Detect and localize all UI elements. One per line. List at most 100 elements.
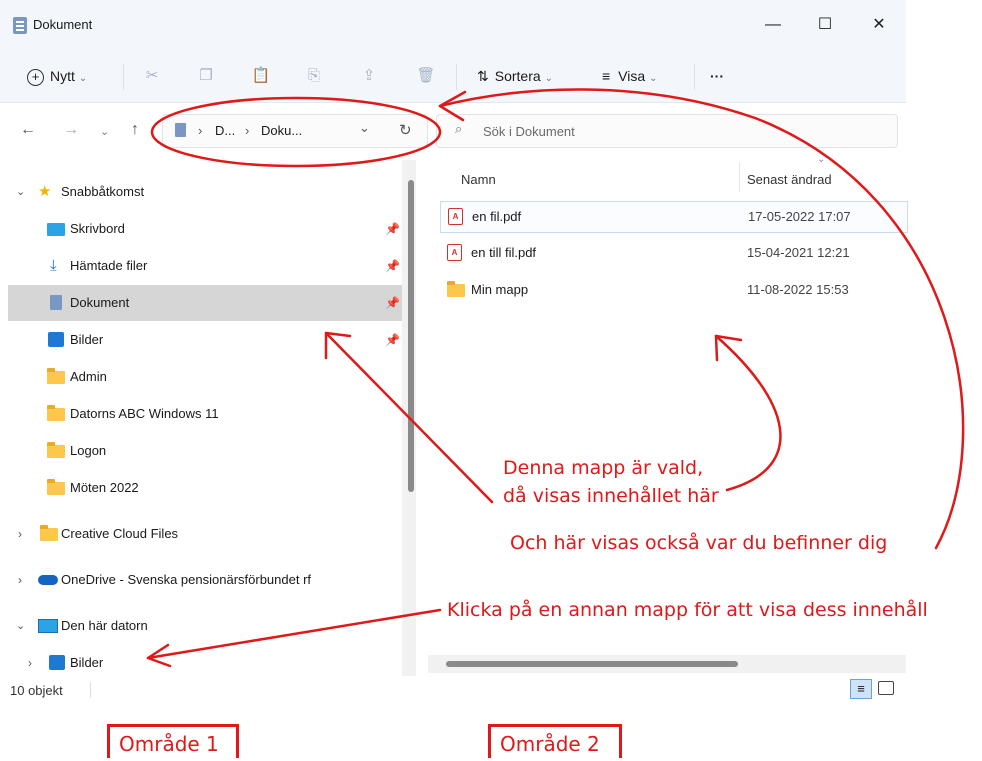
sidebar-item-label: Hämtade filer	[70, 258, 148, 273]
sidebar-item-quick-access[interactable]: ⌄ ★ Snabbåtkomst	[8, 174, 402, 210]
sidebar-item-label: Dokument	[70, 295, 130, 310]
creative-cloud-folder-icon	[40, 525, 58, 541]
sidebar-item-bilder[interactable]: Bilder 📌	[8, 322, 402, 358]
annotation-selected-line1: Denna mapp är vald,	[503, 457, 704, 479]
breadcrumb-segment[interactable]: D...	[215, 123, 235, 138]
column-header-modified[interactable]: Senast ändrad	[747, 172, 832, 187]
chevron-down-icon: ⌄	[16, 620, 26, 632]
details-view-icon[interactable]: ≡	[850, 679, 872, 699]
file-row[interactable]: A en fil.pdf 17-05-2022 17:07	[440, 201, 908, 233]
plus-circle-icon: +	[27, 69, 44, 86]
sort-button[interactable]: ⇅ Sortera ⌄	[477, 64, 553, 88]
folder-icon	[447, 281, 465, 297]
toolbar-divider	[123, 64, 124, 90]
breadcrumb-separator: ›	[198, 123, 203, 138]
monitor-icon	[38, 619, 58, 633]
folder-icon	[47, 405, 65, 421]
chevron-down-icon[interactable]: ⌄	[359, 120, 370, 136]
view-button[interactable]: ≡ Visa ⌄	[602, 64, 658, 88]
folder-icon	[47, 368, 65, 384]
chevron-down-icon: ⌄	[544, 73, 554, 84]
pdf-icon: A	[447, 244, 462, 261]
search-box[interactable]: ⌕ Sök i Dokument	[436, 114, 898, 148]
pin-icon: 📌	[385, 259, 400, 273]
command-bar: + Nytt ⌄ ✂ ❐ 📋 ⎘ ⇪ 🗑 ⇅ Sortera ⌄ ≡ Visa ⌄ ···	[0, 50, 906, 103]
address-bar[interactable]: › D... › Doku... ⌄ ↻	[162, 114, 428, 148]
paste-icon[interactable]: 📋	[249, 64, 273, 88]
chevron-down-icon: ⌄	[649, 73, 658, 84]
tiles-view-icon[interactable]	[878, 681, 894, 695]
file-modified: 11-08-2022 15:53	[747, 282, 849, 297]
refresh-icon[interactable]: ↻	[399, 121, 412, 139]
file-row[interactable]: A en till fil.pdf 15-04-2021 12:21	[440, 238, 906, 268]
documents-icon	[50, 295, 62, 310]
annotation-click-other: Klicka på en annan mapp för att visa des…	[447, 599, 928, 621]
column-header-name[interactable]: Namn	[461, 172, 496, 187]
sidebar-item-label: Snabbåtkomst	[61, 184, 145, 199]
search-icon: ⌕	[455, 121, 463, 136]
share-icon[interactable]: ⇪	[357, 64, 381, 88]
sidebar-item-logon[interactable]: Logon	[8, 433, 402, 469]
pin-icon: 📌	[385, 222, 400, 236]
status-divider	[90, 682, 91, 698]
rename-icon[interactable]: ⎘	[302, 64, 326, 88]
sidebar-item-skrivbord[interactable]: Skrivbord 📌	[8, 211, 402, 247]
file-modified: 17-05-2022 17:07	[748, 209, 851, 224]
annotation-selected-line2: då visas innehållet här	[503, 485, 719, 507]
up-arrow-icon[interactable]: ↑	[131, 121, 139, 139]
sidebar-item-creative-cloud[interactable]: › Creative Cloud Files	[8, 516, 402, 552]
folder-icon	[47, 442, 65, 458]
maximize-button[interactable]: ☐	[802, 10, 848, 40]
sidebar-item-pc-bilder[interactable]: › Bilder	[8, 645, 402, 681]
cloud-icon	[38, 575, 58, 585]
file-row[interactable]: Min mapp 11-08-2022 15:53	[440, 275, 906, 305]
pin-icon: 📌	[385, 333, 400, 347]
sidebar-item-dokument[interactable]: Dokument 📌	[8, 285, 402, 321]
sidebar-item-datorns-abc[interactable]: Datorns ABC Windows 11	[8, 396, 402, 432]
chevron-down-icon: ⌄	[16, 186, 26, 198]
close-button[interactable]: ✕	[856, 10, 902, 40]
sort-label: Sortera	[494, 68, 541, 84]
file-list-scrollbar-thumb[interactable]	[446, 661, 738, 667]
search-placeholder: Sök i Dokument	[483, 124, 575, 139]
chevron-right-icon: ›	[28, 656, 32, 670]
area-2-label: Område 2	[488, 724, 622, 758]
new-label: Nytt	[50, 68, 75, 84]
breadcrumb-segment[interactable]: Doku...	[261, 123, 302, 138]
sidebar-item-this-pc[interactable]: ⌄ Den här datorn	[8, 608, 402, 644]
file-name: Min mapp	[471, 282, 529, 297]
delete-icon[interactable]: 🗑	[414, 64, 438, 88]
folder-icon	[47, 479, 65, 495]
file-name: en fil.pdf	[472, 209, 522, 224]
file-modified: 15-04-2021 12:21	[747, 245, 850, 260]
sidebar-item-moten-2022[interactable]: Möten 2022	[8, 470, 402, 506]
back-arrow-icon[interactable]: ←	[20, 121, 36, 139]
more-button[interactable]: ···	[710, 64, 724, 88]
sidebar-item-label: OneDrive - Svenska pensionärsförbundet r…	[61, 572, 312, 587]
sidebar-item-label: Creative Cloud Files	[61, 526, 179, 541]
view-lines-icon: ≡	[602, 68, 611, 84]
chevron-down-icon: ⌄	[78, 73, 88, 84]
column-divider	[739, 162, 740, 192]
recent-locations-icon[interactable]: ⌄	[100, 125, 109, 138]
sidebar-item-admin[interactable]: Admin	[8, 359, 402, 395]
sidebar-item-onedrive[interactable]: › OneDrive - Svenska pensionärsförbundet…	[8, 562, 402, 598]
sidebar-item-label: Logon	[70, 443, 107, 458]
chevron-right-icon: ›	[18, 527, 22, 541]
cut-icon[interactable]: ✂	[140, 64, 164, 88]
chevron-right-icon: ›	[18, 573, 22, 587]
toolbar-divider	[456, 64, 457, 90]
sidebar-item-hamtade-filer[interactable]: ⤓ Hämtade filer 📌	[8, 248, 402, 284]
download-icon: ⤓	[50, 257, 57, 274]
sidebar-item-label: Möten 2022	[70, 480, 139, 495]
breadcrumb-separator: ›	[245, 123, 250, 138]
pictures-icon	[49, 655, 65, 670]
annotation-location: Och här visas också var du befinner dig	[510, 532, 888, 554]
new-button[interactable]: + Nytt ⌄	[27, 64, 87, 88]
copy-icon[interactable]: ❐	[194, 64, 218, 88]
area-1-label: Område 1	[107, 724, 239, 758]
minimize-button[interactable]: —	[750, 10, 796, 40]
view-label: Visa	[618, 68, 646, 84]
sidebar-scrollbar-thumb[interactable]	[408, 180, 414, 492]
forward-arrow-icon[interactable]: →	[63, 121, 79, 139]
